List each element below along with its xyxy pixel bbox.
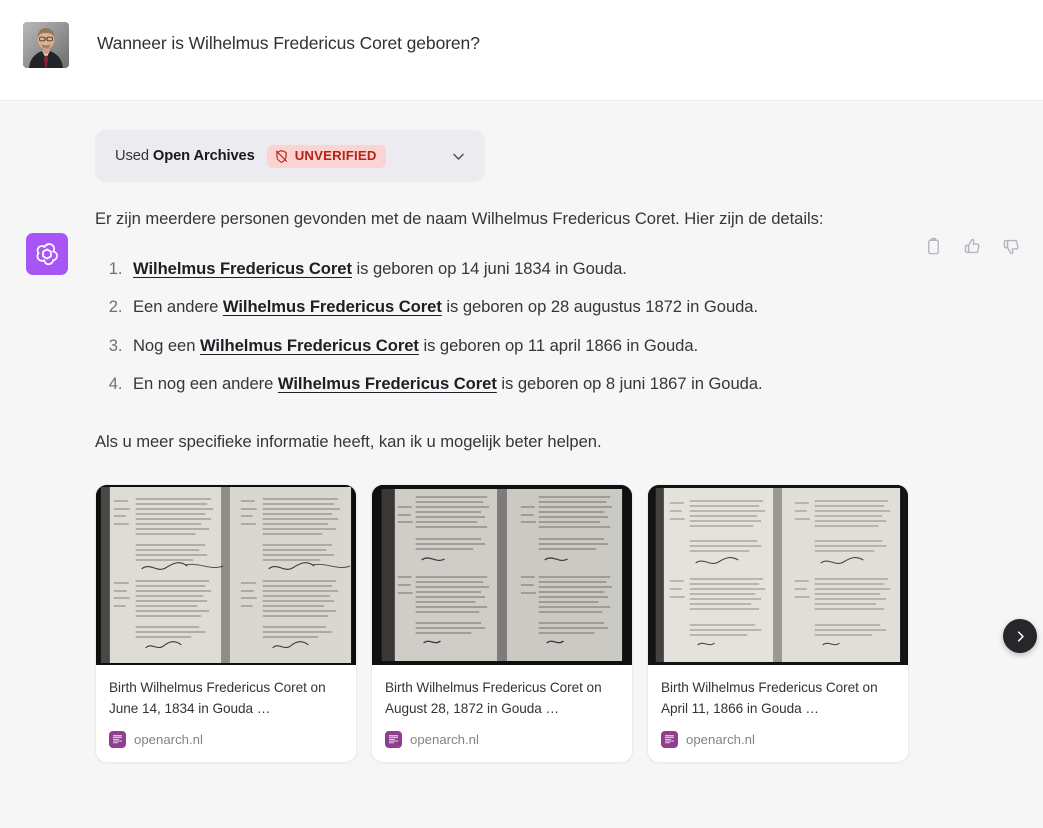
source-attribution-pill[interactable]: Used Open Archives UNVERIFIED bbox=[95, 130, 485, 182]
expand-sources-button[interactable] bbox=[416, 148, 467, 165]
source-card-origin: openarch.nl bbox=[109, 730, 343, 748]
source-card-domain: openarch.nl bbox=[134, 731, 203, 747]
birth-record-scan-3 bbox=[648, 485, 908, 666]
chevron-right-icon bbox=[1017, 631, 1024, 642]
openarch-favicon bbox=[109, 730, 126, 748]
user-message-row: Wanneer is Wilhelmus Fredericus Coret ge… bbox=[0, 0, 1043, 101]
source-card-title: Birth Wilhelmus Fredericus Coret on Augu… bbox=[385, 680, 602, 716]
birth-record-scan-2 bbox=[372, 485, 632, 666]
result-suffix: is geboren op 14 juni 1834 in Gouda. bbox=[351, 258, 627, 278]
source-card-origin: openarch.nl bbox=[661, 730, 895, 748]
chevron-down-icon bbox=[453, 153, 464, 160]
source-used-label: Used Open Archives bbox=[115, 148, 255, 164]
assistant-content: Used Open Archives UNVERIFIED Er zijn me… bbox=[95, 130, 1043, 763]
answer-closing: Als u meer specifieke informatie heeft, … bbox=[95, 431, 602, 451]
source-carousel: Birth Wilhelmus Fredericus Coret on June… bbox=[95, 484, 1037, 763]
source-card-meta: Birth Wilhelmus Fredericus Coret on Augu… bbox=[372, 665, 632, 761]
list-item: Nog een Wilhelmus Fredericus Coret is ge… bbox=[127, 332, 1019, 361]
list-item: Wilhelmus Fredericus Coret is geboren op… bbox=[127, 255, 1019, 284]
copy-icon[interactable] bbox=[924, 237, 943, 256]
source-card-meta: Birth Wilhelmus Fredericus Coret on Apri… bbox=[648, 665, 908, 761]
person-name-link[interactable]: Wilhelmus Fredericus Coret bbox=[200, 336, 419, 355]
source-card[interactable]: Birth Wilhelmus Fredericus Coret on Augu… bbox=[371, 484, 633, 763]
source-card-domain: openarch.nl bbox=[686, 731, 755, 747]
status-badge-label: UNVERIFIED bbox=[294, 148, 377, 164]
user-avatar bbox=[23, 22, 69, 68]
carousel-next-button[interactable] bbox=[1003, 619, 1037, 654]
status-badge: UNVERIFIED bbox=[266, 144, 386, 168]
source-card-title: Birth Wilhelmus Fredericus Coret on Apri… bbox=[661, 680, 878, 716]
person-name-link[interactable]: Wilhelmus Fredericus Coret bbox=[278, 374, 497, 393]
chat-screen: Wanneer is Wilhelmus Fredericus Coret ge… bbox=[0, 0, 1043, 828]
person-name-link[interactable]: Wilhelmus Fredericus Coret bbox=[223, 297, 442, 316]
source-card-origin: openarch.nl bbox=[385, 730, 619, 748]
results-list: Wilhelmus Fredericus Coret is geboren op… bbox=[95, 255, 1019, 399]
source-card-title: Birth Wilhelmus Fredericus Coret on June… bbox=[109, 680, 326, 716]
openarch-favicon bbox=[661, 730, 678, 748]
answer-intro: Er zijn meerdere personen gevonden met d… bbox=[95, 209, 824, 228]
result-prefix: Een andere bbox=[133, 297, 223, 317]
thumbs-down-icon[interactable] bbox=[1002, 237, 1021, 256]
result-suffix: is geboren op 11 april 1866 in Gouda. bbox=[418, 335, 699, 355]
result-suffix: is geboren op 8 juni 1867 in Gouda. bbox=[496, 374, 763, 394]
result-suffix: is geboren op 28 augustus 1872 in Gouda. bbox=[441, 297, 759, 317]
shield-slash-icon bbox=[275, 149, 287, 163]
thumbs-up-icon[interactable] bbox=[963, 237, 982, 256]
source-card[interactable]: Birth Wilhelmus Fredericus Coret on June… bbox=[95, 484, 357, 763]
source-card-meta: Birth Wilhelmus Fredericus Coret on June… bbox=[96, 665, 356, 761]
source-card-list: Birth Wilhelmus Fredericus Coret on June… bbox=[95, 484, 1019, 763]
openarch-favicon bbox=[385, 730, 402, 748]
openai-logo-icon bbox=[36, 243, 58, 266]
birth-record-scan-1 bbox=[96, 485, 356, 666]
list-item: Een andere Wilhelmus Fredericus Coret is… bbox=[127, 293, 1019, 322]
result-prefix: Nog een bbox=[133, 335, 200, 355]
assistant-avatar bbox=[26, 233, 68, 275]
person-name-link[interactable]: Wilhelmus Fredericus Coret bbox=[133, 259, 352, 278]
message-actions bbox=[924, 237, 1021, 256]
source-card-domain: openarch.nl bbox=[410, 731, 479, 747]
user-message-text: Wanneer is Wilhelmus Fredericus Coret ge… bbox=[97, 33, 480, 53]
list-item: En nog een andere Wilhelmus Fredericus C… bbox=[127, 370, 1019, 399]
answer-prose: Er zijn meerdere personen gevonden met d… bbox=[95, 205, 1019, 456]
assistant-message-row: Used Open Archives UNVERIFIED Er zijn me… bbox=[0, 101, 1043, 828]
result-prefix: En nog een andere bbox=[133, 374, 278, 394]
user-avatar-photo bbox=[23, 22, 69, 68]
source-card[interactable]: Birth Wilhelmus Fredericus Coret on Apri… bbox=[647, 484, 909, 763]
